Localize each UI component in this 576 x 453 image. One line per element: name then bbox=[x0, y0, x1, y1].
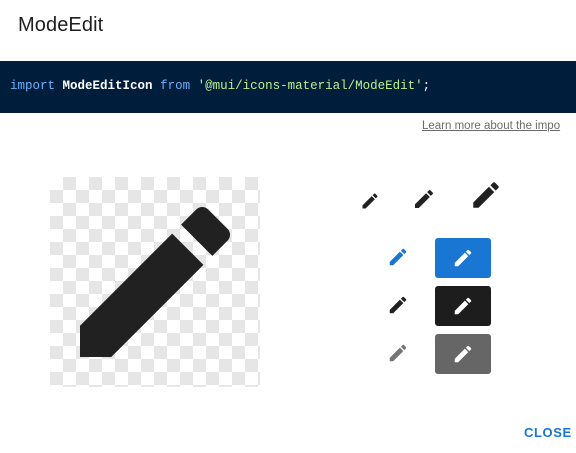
code-module-path: '@mui/icons-material/ModeEdit' bbox=[197, 79, 423, 93]
mode-edit-icon-dark bbox=[389, 296, 407, 314]
mode-edit-icon-large-preview bbox=[473, 182, 499, 208]
disabled-color-swatch bbox=[435, 334, 491, 374]
close-button[interactable]: CLOSE bbox=[524, 418, 576, 446]
dialog-title: ModeEdit bbox=[18, 14, 104, 36]
mode-edit-icon-disabled bbox=[389, 344, 407, 362]
mode-edit-icon-on-primary bbox=[454, 249, 472, 267]
mode-edit-icon-small bbox=[362, 193, 378, 209]
code-keyword-import: import bbox=[10, 79, 56, 93]
primary-color-swatch bbox=[435, 238, 491, 278]
code-semicolon: ; bbox=[422, 79, 431, 93]
mode-edit-icon-medium bbox=[415, 189, 434, 208]
mode-edit-icon-on-gray bbox=[454, 345, 472, 363]
code-keyword-from: from bbox=[160, 79, 191, 93]
import-code-block[interactable]: import ModeEditIcon from '@mui/icons-mat… bbox=[0, 61, 576, 113]
mode-edit-icon-primary bbox=[389, 248, 407, 266]
mode-edit-icon-on-dark bbox=[454, 297, 472, 315]
learn-more-link[interactable]: Learn more about the impo bbox=[422, 120, 560, 132]
dark-color-swatch bbox=[435, 286, 491, 326]
code-identifier: ModeEditIcon bbox=[62, 79, 153, 93]
mode-edit-icon-large bbox=[80, 206, 231, 357]
